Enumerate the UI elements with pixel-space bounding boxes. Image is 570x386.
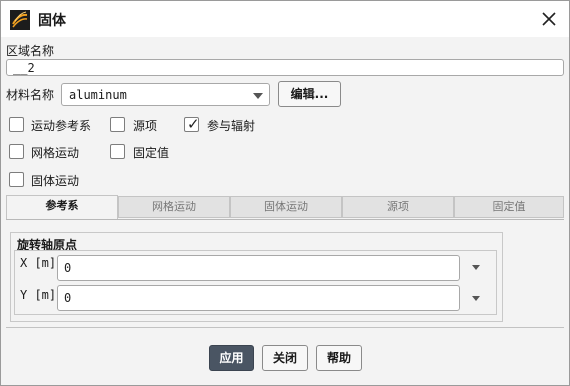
participates-radiation-label: 参与辐射: [207, 119, 256, 133]
material-select[interactable]: aluminum: [61, 83, 270, 106]
edit-material-button[interactable]: 编辑...: [278, 81, 341, 107]
material-name-label: 材料名称: [6, 88, 55, 102]
window-title: 固体: [38, 13, 66, 29]
x-coordinate-label: X [m]: [20, 256, 57, 270]
rotation-origin-fields: X [m] Y [m]: [14, 250, 497, 315]
x-parameter-dropdown-icon[interactable]: [472, 265, 480, 270]
apply-button[interactable]: 应用: [209, 345, 254, 371]
solid-motion-checkbox[interactable]: [9, 172, 24, 187]
solid-motion-label: 固体运动: [31, 174, 80, 188]
mesh-motion-checkbox[interactable]: [9, 144, 24, 159]
tab-solid-motion[interactable]: 固体运动: [230, 196, 342, 218]
source-terms-label: 源项: [133, 119, 158, 133]
mesh-motion-label: 网格运动: [31, 146, 80, 160]
close-button[interactable]: 关闭: [262, 345, 308, 371]
tab-mesh-motion[interactable]: 网格运动: [118, 196, 230, 218]
rotation-origin-group: 旋转轴原点 X [m] Y [m]: [10, 232, 503, 322]
title-bar: 固体: [1, 1, 569, 37]
zone-name-label: 区域名称: [6, 44, 55, 58]
tab-reference-frame[interactable]: 参考系: [6, 195, 118, 219]
source-terms-checkbox[interactable]: [110, 117, 125, 132]
moving-frame-label: 运动参考系: [31, 119, 92, 133]
y-parameter-dropdown-icon[interactable]: [472, 296, 480, 301]
tab-fixed-values[interactable]: 固定值: [454, 196, 564, 218]
fixed-values-label: 固定值: [133, 146, 170, 160]
material-select-value: aluminum: [69, 88, 127, 102]
participates-radiation-checkbox[interactable]: ✓: [184, 115, 200, 133]
tab-source-terms[interactable]: 源项: [342, 196, 454, 218]
y-coordinate-label: Y [m]: [20, 288, 57, 302]
chevron-down-icon: [253, 93, 263, 99]
footer-divider: [6, 327, 564, 328]
moving-frame-checkbox[interactable]: [9, 117, 24, 132]
fixed-values-checkbox[interactable]: [110, 144, 125, 159]
x-coordinate-input[interactable]: [57, 255, 460, 281]
close-icon[interactable]: [539, 9, 559, 29]
checkmark-icon: ✓: [187, 115, 200, 133]
zone-name-input[interactable]: [6, 59, 564, 76]
fluent-app-icon: [10, 10, 30, 30]
solid-dialog: 固体 区域名称 材料名称 aluminum 编辑... 运动参考系 源项 ✓ 参…: [0, 0, 570, 386]
help-button[interactable]: 帮助: [316, 345, 362, 371]
y-coordinate-input[interactable]: [57, 285, 460, 311]
tab-bar: 参考系 网格运动 固体运动 源项 固定值: [6, 195, 564, 220]
